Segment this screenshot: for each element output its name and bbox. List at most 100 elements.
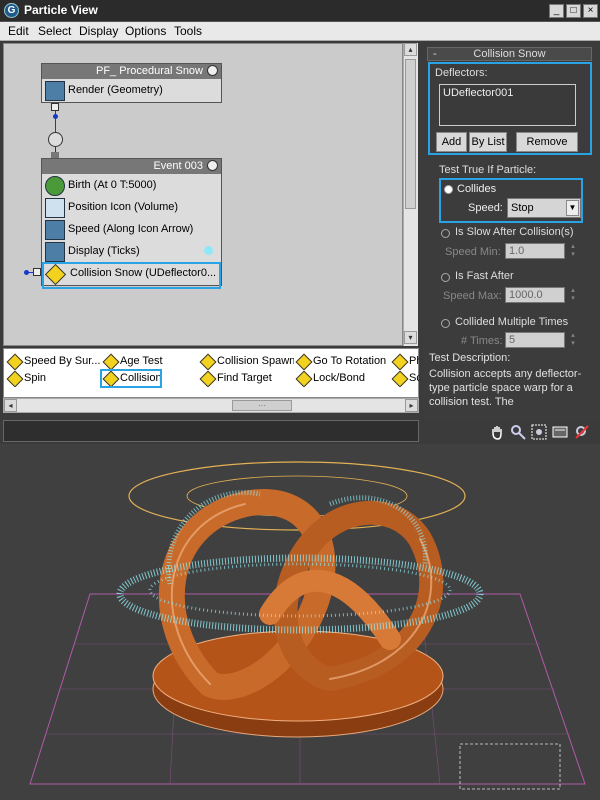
add-button[interactable]: Add <box>436 132 467 152</box>
scroll-up-button[interactable]: ▴ <box>404 43 417 56</box>
deflector-item[interactable]: UDeflector001 <box>443 87 572 99</box>
speed-max-spinner[interactable]: ▴ ▾ <box>569 287 577 303</box>
parameters-panel: - Collision Snow Deflectors: UDeflector0… <box>423 43 600 373</box>
zoom-icon[interactable] <box>510 424 526 440</box>
window-title: Particle View <box>24 3 98 17</box>
times-spinner[interactable]: ▴ ▾ <box>569 332 577 348</box>
test-icon <box>199 353 217 370</box>
depot-ph[interactable]: Ph <box>391 353 419 370</box>
bulb-icon[interactable] <box>207 65 218 76</box>
graph-vertical-scrollbar[interactable]: ▴ ▾ <box>403 43 418 346</box>
remove-button[interactable]: Remove <box>516 132 578 152</box>
pf-source-node[interactable]: PF_ Procedural Snow Render (Geometry) <box>41 63 222 103</box>
is-slow-radio[interactable] <box>441 229 450 238</box>
collides-label: Collides <box>457 183 497 195</box>
collision-test[interactable]: Collision Snow (UDeflector0... <box>42 262 221 289</box>
teapot-icon <box>45 81 65 101</box>
scene-render <box>29 461 586 790</box>
color-swatch[interactable] <box>204 246 213 255</box>
scroll-right-button[interactable]: ▸ <box>405 399 418 412</box>
status-field[interactable] <box>3 420 419 442</box>
minimize-button[interactable]: _ <box>549 4 564 18</box>
scroll-down-button[interactable]: ▾ <box>404 331 417 344</box>
collision-test-icon <box>44 264 67 286</box>
render-operator[interactable]: Render (Geometry) <box>42 79 221 101</box>
description-panel: Test Description: Collision accepts any … <box>423 348 600 420</box>
test-output-socket[interactable] <box>33 268 41 276</box>
view-gizmo <box>459 743 561 790</box>
depot-sc[interactable]: Sc <box>391 370 419 387</box>
speed-dropdown[interactable]: Stop ▼ <box>507 198 581 218</box>
input-socket[interactable] <box>48 132 63 147</box>
particle-graph-canvas[interactable]: PF_ Procedural Snow Render (Geometry) Ev… <box>3 43 403 346</box>
display-operator[interactable]: Display (Ticks) <box>42 240 221 262</box>
test-icon <box>295 370 313 387</box>
speed-max-label: Speed Max: <box>443 290 502 302</box>
menu-select[interactable]: Select <box>38 24 71 38</box>
pf-node-title: PF_ Procedural Snow <box>42 64 221 79</box>
test-icon <box>199 370 217 387</box>
collides-group: Collides Speed: Stop ▼ <box>439 178 583 223</box>
menu-display[interactable]: Display <box>79 24 118 38</box>
description-heading: Test Description: <box>429 352 511 364</box>
speed-min-field[interactable]: 1.0 <box>505 243 565 259</box>
no-zoom-icon[interactable] <box>574 424 590 440</box>
zoom-extents-icon[interactable] <box>552 424 568 440</box>
depot-horizontal-scrollbar[interactable]: ◂ ··· ▸ <box>3 398 419 413</box>
3d-viewport[interactable] <box>0 444 600 800</box>
speed-operator[interactable]: Speed (Along Icon Arrow) <box>42 218 221 240</box>
speed-max-field[interactable]: 1000.0 <box>505 287 565 303</box>
depot-speed-by-surface[interactable]: Speed By Sur... <box>6 353 101 370</box>
depot-collision-spawn[interactable]: Collision Spawn <box>199 353 294 370</box>
collided-multiple-radio[interactable] <box>441 319 450 328</box>
scroll-left-button[interactable]: ◂ <box>4 399 17 412</box>
display-icon <box>45 242 65 262</box>
menu-edit[interactable]: Edit <box>8 24 29 38</box>
menu-options[interactable]: Options <box>125 24 166 38</box>
collided-multiple-label: Collided Multiple Times <box>455 316 569 328</box>
bulb-icon[interactable] <box>207 160 218 171</box>
scroll-thumb[interactable]: ··· <box>232 400 292 411</box>
app-logo-icon: G <box>4 3 19 18</box>
times-field[interactable]: 5 <box>505 332 565 348</box>
depot-age-test[interactable]: Age Test <box>102 353 197 370</box>
is-fast-radio[interactable] <box>441 273 450 282</box>
scroll-thumb[interactable] <box>405 59 416 209</box>
close-button[interactable]: × <box>583 4 598 18</box>
is-fast-label: Is Fast After <box>455 270 514 282</box>
deflectors-group: Deflectors: UDeflector001 Add By List Re… <box>428 62 592 155</box>
event-node-title: Event 003 <box>42 159 221 174</box>
depot-lock-bond[interactable]: Lock/Bond <box>295 370 390 387</box>
depot-go-to-rotation[interactable]: Go To Rotation <box>295 353 390 370</box>
collides-radio[interactable] <box>444 185 453 194</box>
speed-min-spinner[interactable]: ▴ ▾ <box>569 243 577 259</box>
output-socket[interactable] <box>51 103 59 111</box>
deflectors-list[interactable]: UDeflector001 <box>439 84 576 126</box>
times-label: # Times: <box>461 335 503 347</box>
speed-arrow-icon <box>45 220 65 240</box>
birth-icon <box>45 176 65 196</box>
deflectors-label: Deflectors: <box>435 67 488 79</box>
chevron-down-icon[interactable]: ▼ <box>566 200 579 216</box>
menu-tools[interactable]: Tools <box>174 24 202 38</box>
depot-find-target[interactable]: Find Target <box>199 370 294 387</box>
speed-label: Speed: <box>468 202 503 214</box>
rollout-collapse-toggle[interactable]: - <box>433 48 437 60</box>
depot-spin[interactable]: Spin <box>6 370 101 387</box>
depot-collision[interactable]: Collision <box>100 369 162 388</box>
description-text: Collision accepts any deflector-type par… <box>429 368 582 408</box>
test-icon <box>391 370 409 387</box>
by-list-button[interactable]: By List <box>469 132 507 152</box>
wire-dot <box>24 270 29 275</box>
birth-operator[interactable]: Birth (At 0 T:5000) <box>42 174 221 196</box>
speed-min-label: Speed Min: <box>445 246 501 258</box>
pan-hand-icon[interactable] <box>489 424 505 440</box>
zoom-region-icon[interactable] <box>531 424 547 440</box>
spin-icon <box>6 370 24 387</box>
test-icon <box>391 353 409 370</box>
rollout-header[interactable]: - Collision Snow <box>427 47 592 61</box>
maximize-button[interactable]: □ <box>566 4 581 18</box>
menu-bar: Edit Select Display Options Tools <box>0 22 600 41</box>
position-icon-operator[interactable]: Position Icon (Volume) <box>42 196 221 218</box>
event-node[interactable]: Event 003 Birth (At 0 T:5000) Position I… <box>41 158 222 289</box>
